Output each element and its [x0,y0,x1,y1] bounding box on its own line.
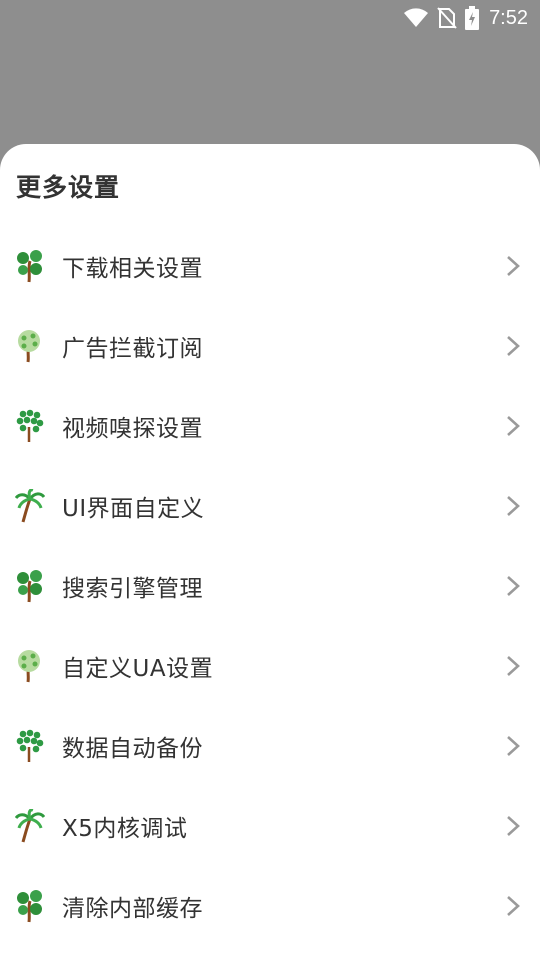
battery-charging-icon [465,6,480,30]
palm-tree-icon [14,489,46,523]
screen: 7:52 更多设置 下载相关设置 广告拦截订阅 视频嗅探设置 UI界面自定义 搜… [0,0,540,960]
menu-item-x5-debug[interactable]: X5内核调试 [0,786,540,866]
palm-tree-icon [14,809,46,843]
menu-item-label: 数据自动备份 [62,736,203,762]
menu-item-download-settings[interactable]: 下载相关设置 [0,226,540,306]
menu-item-ad-block[interactable]: 广告拦截订阅 [0,306,540,386]
menu-item-label: 搜索引擎管理 [62,576,203,602]
chevron-right-icon [506,815,520,837]
chevron-right-icon [506,255,520,277]
chevron-right-icon [506,495,520,517]
chevron-right-icon [506,575,520,597]
status-time: 7:52 [489,6,528,29]
tree-light-icon [14,329,46,363]
menu-item-label: UI界面自定义 [62,496,205,522]
menu-item-label: X5内核调试 [62,816,188,842]
menu-item-label: 自定义UA设置 [62,656,214,682]
settings-menu: 下载相关设置 广告拦截订阅 视频嗅探设置 UI界面自定义 搜索引擎管理 自定义U… [0,226,540,946]
menu-item-label: 清除内部缓存 [62,896,203,922]
tree-light-icon [14,649,46,683]
wifi-icon [403,8,429,28]
menu-item-label: 广告拦截订阅 [62,336,203,362]
menu-item-search-engine[interactable]: 搜索引擎管理 [0,546,540,626]
menu-item-custom-ua[interactable]: 自定义UA设置 [0,626,540,706]
menu-item-video-sniff[interactable]: 视频嗅探设置 [0,386,540,466]
bottom-sheet: 更多设置 下载相关设置 广告拦截订阅 视频嗅探设置 UI界面自定义 搜索引擎管理… [0,144,540,960]
sheet-title: 更多设置 [16,173,121,202]
status-bar: 7:52 [0,0,540,36]
chevron-right-icon [506,335,520,357]
menu-item-ui-customize[interactable]: UI界面自定义 [0,466,540,546]
chevron-right-icon [506,735,520,757]
chevron-right-icon [506,415,520,437]
tree-dots-icon [14,409,46,443]
tree-round-icon [14,569,46,603]
tree-round-icon [14,889,46,923]
chevron-right-icon [506,655,520,677]
menu-item-data-backup[interactable]: 数据自动备份 [0,706,540,786]
chevron-right-icon [506,895,520,917]
menu-item-label: 视频嗅探设置 [62,416,203,442]
menu-item-label: 下载相关设置 [62,256,203,282]
no-sim-icon [437,7,457,29]
tree-round-icon [14,249,46,283]
tree-dots-icon [14,729,46,763]
menu-item-clear-cache[interactable]: 清除内部缓存 [0,866,540,946]
